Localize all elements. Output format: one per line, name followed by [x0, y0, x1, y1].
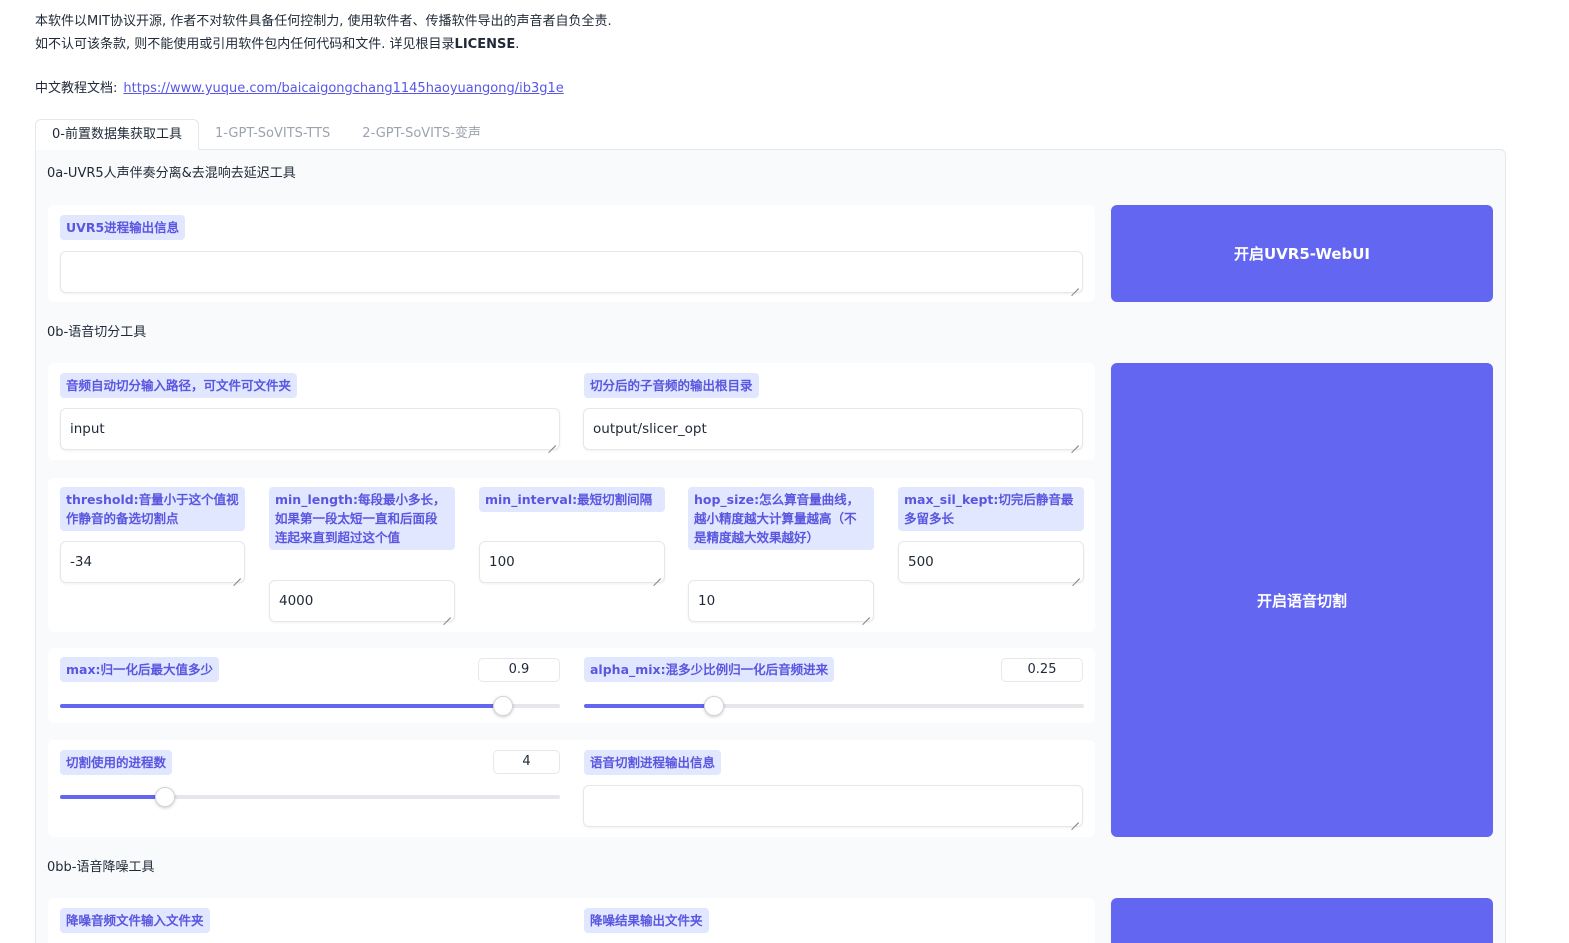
slicer-output-label: 语音切割进程输出信息 [584, 750, 722, 775]
notice-line-1: 本软件以MIT协议开源, 作者不对软件具备任何控制力, 使用软件者、传播软件导出… [35, 14, 612, 29]
slicer-output-textbox[interactable] [583, 785, 1083, 827]
start-slicing-button[interactable]: 开启语音切割 [1111, 363, 1493, 837]
uvr5-output-textbox[interactable] [60, 251, 1083, 293]
alpha-mix-label: alpha_mix:混多少比例归一化后音频进来 [584, 657, 835, 682]
tab-bar: 0-前置数据集获取工具 1-GPT-SoVITS-TTS 2-GPT-SoVIT… [35, 119, 497, 150]
max-slider-fill [60, 704, 503, 708]
doc-line: 中文教程文档: https://www.yuque.com/baicaigongc… [35, 77, 564, 96]
alpha-mix-slider[interactable] [584, 696, 1084, 716]
n-process-slider-thumb[interactable] [155, 787, 175, 807]
max-number-input[interactable]: 0.9 [478, 658, 560, 682]
resize-handle-icon[interactable] [234, 572, 241, 579]
alpha-mix-number-input[interactable]: 0.25 [1001, 658, 1083, 682]
denoise-input-label: 降噪音频文件输入文件夹 [60, 908, 210, 933]
resize-handle-icon[interactable] [549, 439, 556, 446]
tab-voice-change[interactable]: 2-GPT-SoVITS-变声 [346, 119, 497, 150]
resize-handle-icon[interactable] [863, 611, 870, 618]
slicer-paths-card: 音频自动切分输入路径，可文件可文件夹 input 切分后的子音频的输出根目录 o… [48, 363, 1095, 460]
uvr5-output-card: UVR5进程输出信息 [48, 205, 1095, 302]
resize-handle-icon[interactable] [1072, 816, 1079, 823]
slicer-output-dir-label: 切分后的子音频的输出根目录 [584, 373, 759, 398]
min-interval-label: min_interval:最短切割间隔 [479, 487, 665, 512]
min-interval-field[interactable]: 100 [479, 541, 665, 583]
denoise-section-title: 0bb-语音降噪工具 [47, 860, 155, 875]
n-process-number-input[interactable]: 4 [493, 750, 560, 774]
resize-handle-icon[interactable] [1072, 439, 1079, 446]
max-label: max:归一化后最大值多少 [60, 657, 220, 682]
resize-handle-icon[interactable] [444, 611, 451, 618]
slicer-params-card: threshold:音量小于这个值视作静音的备选切割点 -34 min_leng… [48, 478, 1095, 632]
max-slider[interactable] [60, 696, 560, 716]
n-process-slider-fill [60, 795, 165, 799]
hop-size-label: hop_size:怎么算音量曲线，越小精度越大计算量越高（不是精度越大效果越好） [688, 487, 874, 550]
notice-line-2: 如不认可该条款, 则不能使用或引用软件包内任何代码和文件. 详见根目录LICEN… [35, 37, 520, 52]
n-process-slider[interactable] [60, 787, 560, 807]
license-text: LICENSE [454, 37, 516, 52]
slicer-section-title: 0b-语音切分工具 [47, 325, 147, 340]
slicer-input-label: 音频自动切分输入路径，可文件可文件夹 [60, 373, 298, 398]
denoise-paths-card: 降噪音频文件输入文件夹 降噪结果输出文件夹 [48, 898, 1095, 943]
threshold-label: threshold:音量小于这个值视作静音的备选切割点 [60, 487, 245, 531]
alpha-mix-slider-fill [584, 704, 714, 708]
min-length-label: min_length:每段最小多长，如果第一段太短一直和后面段连起来直到超过这个… [269, 487, 455, 550]
uvr5-output-label: UVR5进程输出信息 [60, 215, 186, 240]
slicer-sliders-card: max:归一化后最大值多少 0.9 alpha_mix:混多少比例归一化后音频进… [48, 648, 1095, 723]
resize-handle-icon[interactable] [1073, 572, 1080, 579]
slicer-process-card: 切割使用的进程数 4 语音切割进程输出信息 [48, 740, 1095, 837]
doc-label: 中文教程文档: [35, 81, 118, 96]
min-length-field[interactable]: 4000 [269, 580, 455, 622]
slicer-output-dir-field[interactable]: output/slicer_opt [583, 408, 1083, 450]
slicer-input-field[interactable]: input [60, 408, 560, 450]
tab-tts[interactable]: 1-GPT-SoVITS-TTS [199, 119, 346, 150]
doc-link[interactable]: https://www.yuque.com/baicaigongchang114… [123, 81, 563, 96]
n-process-label: 切割使用的进程数 [60, 750, 173, 775]
page: 本软件以MIT协议开源, 作者不对软件具备任何控制力, 使用软件者、传播软件导出… [0, 0, 1569, 943]
resize-handle-icon[interactable] [1072, 282, 1079, 289]
alpha-mix-slider-thumb[interactable] [704, 696, 724, 716]
uvr5-section-title: 0a-UVR5人声伴奏分离&去混响去延迟工具 [47, 166, 296, 181]
license-notice: 本软件以MIT协议开源, 作者不对软件具备任何控制力, 使用软件者、传播软件导出… [35, 10, 612, 56]
start-denoise-button[interactable] [1111, 898, 1493, 943]
open-uvr5-webui-button[interactable]: 开启UVR5-WebUI [1111, 205, 1493, 302]
max-sil-kept-label: max_sil_kept:切完后静音最多留多长 [898, 487, 1084, 531]
threshold-field[interactable]: -34 [60, 541, 245, 583]
tab-dataset-tools[interactable]: 0-前置数据集获取工具 [35, 119, 199, 150]
hop-size-field[interactable]: 10 [688, 580, 874, 622]
resize-handle-icon[interactable] [654, 572, 661, 579]
denoise-output-label: 降噪结果输出文件夹 [584, 908, 709, 933]
max-slider-thumb[interactable] [492, 696, 513, 716]
max-sil-kept-field[interactable]: 500 [898, 541, 1084, 583]
